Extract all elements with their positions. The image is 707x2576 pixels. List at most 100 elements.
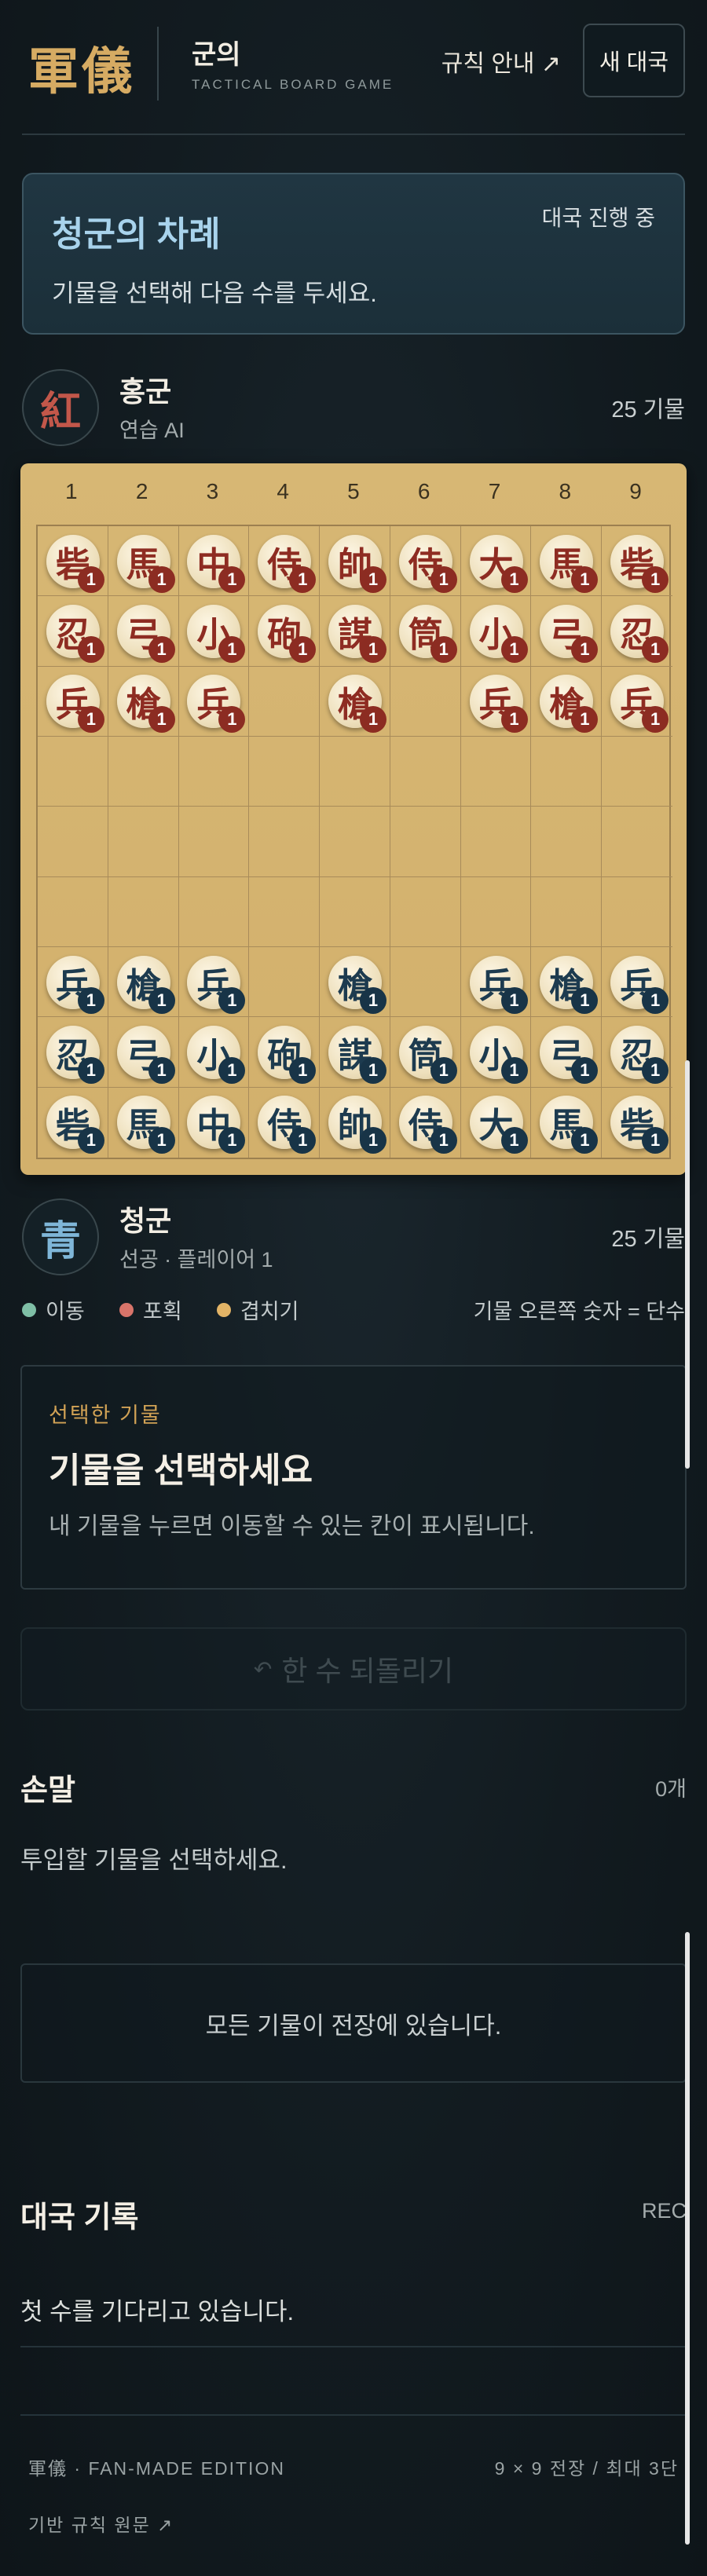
board-cell[interactable]: 小1: [460, 1017, 532, 1088]
board-cell[interactable]: 謀1: [320, 1017, 390, 1088]
blue-piece[interactable]: 中1: [187, 1096, 246, 1154]
board-cell[interactable]: 砦1: [38, 526, 108, 597]
board-cell[interactable]: [320, 807, 390, 877]
board-cell[interactable]: 弓1: [531, 596, 603, 667]
board-cell[interactable]: 弓1: [108, 1017, 179, 1088]
board-cell[interactable]: 馬1: [108, 526, 179, 597]
red-piece[interactable]: 砲1: [258, 604, 317, 663]
board-cell[interactable]: 中1: [179, 1087, 250, 1158]
blue-piece[interactable]: 槍1: [328, 955, 386, 1014]
board-cell[interactable]: 砲1: [249, 1017, 321, 1088]
board-cell[interactable]: 兵1: [178, 666, 250, 737]
board-cell[interactable]: 弓1: [531, 1017, 603, 1088]
board-cell[interactable]: 中1: [178, 526, 250, 597]
red-piece[interactable]: 小1: [469, 604, 528, 663]
red-piece[interactable]: 槍1: [116, 675, 175, 734]
board-cell[interactable]: [531, 737, 603, 807]
board-cell[interactable]: [602, 737, 672, 807]
blue-piece[interactable]: 謀1: [328, 1025, 386, 1084]
blue-piece[interactable]: 兵1: [187, 955, 246, 1014]
board-cell[interactable]: [602, 807, 672, 877]
blue-piece[interactable]: 砦1: [610, 1096, 669, 1154]
board-cell[interactable]: 帥1: [320, 1087, 390, 1158]
blue-piece[interactable]: 筒1: [398, 1025, 457, 1084]
blue-piece[interactable]: 馬1: [540, 1096, 599, 1154]
board-cell[interactable]: 侍1: [249, 1087, 321, 1158]
new-game-button[interactable]: 새 대국: [583, 24, 685, 97]
board-cell[interactable]: [108, 737, 179, 807]
red-piece[interactable]: 槍1: [540, 675, 599, 734]
blue-piece[interactable]: 槍1: [116, 955, 175, 1014]
blue-piece[interactable]: 侍1: [398, 1096, 457, 1154]
board-cell[interactable]: 馬1: [108, 1087, 179, 1158]
red-piece[interactable]: 砦1: [46, 534, 104, 593]
board-cell[interactable]: [460, 737, 532, 807]
board-cell[interactable]: 槍1: [108, 666, 179, 737]
red-piece[interactable]: 兵1: [46, 675, 104, 734]
red-piece[interactable]: 弓1: [116, 604, 175, 663]
blue-piece[interactable]: 弓1: [116, 1025, 175, 1084]
blue-piece[interactable]: 馬1: [116, 1096, 175, 1154]
board-cell[interactable]: 筒1: [390, 596, 461, 667]
red-piece[interactable]: 筒1: [398, 604, 457, 663]
board-cell[interactable]: 砦1: [602, 526, 672, 597]
board-cell[interactable]: 砲1: [249, 596, 321, 667]
board-cell[interactable]: 忍1: [38, 596, 108, 667]
blue-piece[interactable]: 侍1: [258, 1096, 317, 1154]
red-piece[interactable]: 謀1: [328, 604, 386, 663]
red-piece[interactable]: 兵1: [187, 675, 246, 734]
board-cell[interactable]: 兵1: [602, 947, 672, 1018]
board-cell[interactable]: 忍1: [602, 1017, 672, 1088]
red-piece[interactable]: 槍1: [328, 675, 386, 734]
red-piece[interactable]: 弓1: [540, 604, 599, 663]
board-cell[interactable]: 忍1: [602, 596, 672, 667]
board-cell[interactable]: [602, 877, 672, 947]
rules-link[interactable]: 규칙 안내 ↗: [441, 44, 561, 79]
board-cell[interactable]: 大1: [461, 1087, 532, 1158]
board-cell[interactable]: 砦1: [602, 1088, 672, 1158]
board-cell[interactable]: [249, 876, 321, 947]
blue-piece[interactable]: 兵1: [46, 955, 104, 1014]
undo-button[interactable]: ↶ 한 수 되돌리기: [20, 1627, 687, 1711]
board-cell[interactable]: 馬1: [531, 526, 603, 597]
red-piece[interactable]: 忍1: [610, 604, 669, 663]
board-cell[interactable]: [178, 876, 250, 947]
board-cell[interactable]: [460, 876, 532, 947]
blue-piece[interactable]: 小1: [469, 1025, 528, 1084]
board-cell[interactable]: 兵1: [38, 947, 108, 1018]
board-cell[interactable]: [249, 666, 321, 737]
board-cell[interactable]: [249, 947, 321, 1018]
board-cell[interactable]: [320, 876, 390, 947]
board-cell[interactable]: 侍1: [249, 526, 321, 597]
board-cell[interactable]: [390, 666, 461, 737]
board-cell[interactable]: 槍1: [531, 666, 603, 737]
board-cell[interactable]: [390, 876, 461, 947]
blue-piece[interactable]: 大1: [469, 1096, 528, 1154]
board-cell[interactable]: [460, 807, 532, 877]
board-cell[interactable]: 大1: [460, 526, 532, 597]
blue-piece[interactable]: 忍1: [610, 1025, 669, 1084]
board-cell[interactable]: 槍1: [320, 947, 390, 1018]
board-cell[interactable]: 侍1: [390, 1087, 461, 1158]
red-piece[interactable]: 兵1: [610, 675, 669, 734]
board-cell[interactable]: [249, 737, 321, 807]
blue-piece[interactable]: 忍1: [46, 1025, 104, 1084]
board-cell[interactable]: [38, 807, 108, 877]
board-cell[interactable]: 弓1: [108, 596, 179, 667]
board-cell[interactable]: 小1: [178, 1017, 250, 1088]
red-piece[interactable]: 馬1: [540, 534, 599, 593]
board-cell[interactable]: [178, 737, 250, 807]
board-cell[interactable]: [390, 947, 461, 1018]
board-cell[interactable]: [249, 807, 321, 877]
board-cell[interactable]: 謀1: [320, 596, 390, 667]
board-cell[interactable]: [108, 807, 179, 877]
blue-piece[interactable]: 兵1: [469, 955, 528, 1014]
board-cell[interactable]: [38, 737, 108, 807]
blue-piece[interactable]: 砦1: [46, 1096, 104, 1154]
red-piece[interactable]: 砦1: [610, 534, 669, 593]
board-cell[interactable]: 兵1: [178, 947, 250, 1018]
blue-piece[interactable]: 帥1: [328, 1096, 386, 1154]
board-cell[interactable]: 兵1: [460, 666, 532, 737]
scrollbar-thumb[interactable]: [685, 1060, 690, 1469]
board-cell[interactable]: 侍1: [390, 526, 461, 597]
